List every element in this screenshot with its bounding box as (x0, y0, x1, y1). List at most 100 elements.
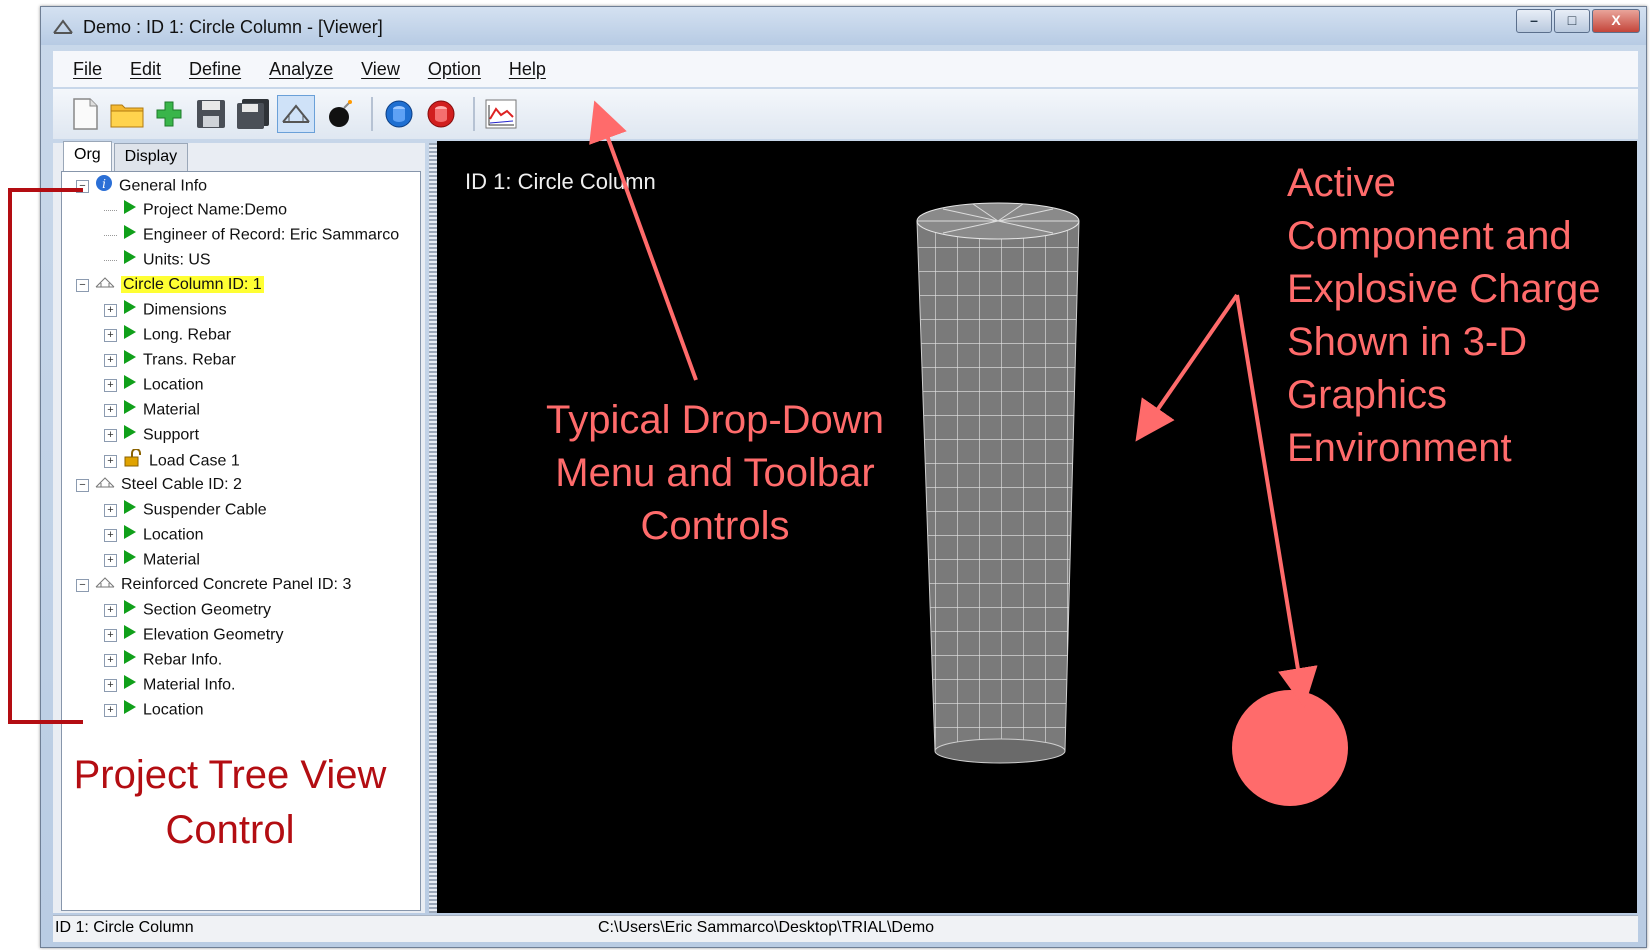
save-all-icon[interactable] (235, 96, 271, 132)
expand-icon[interactable]: + (104, 304, 117, 317)
play-icon (123, 549, 137, 572)
tree-item[interactable]: Engineer of Record: Eric Sammarco (104, 224, 399, 246)
maximize-button[interactable]: □ (1554, 9, 1590, 33)
tree-node-label: Rebar Info. (143, 651, 223, 669)
tree-item[interactable]: + Rebar Info. (104, 649, 222, 671)
red-cylinder-icon[interactable] (423, 96, 459, 132)
tree-node-label: Long. Rebar (143, 326, 232, 344)
menu-help[interactable]: Help (509, 59, 546, 80)
tree-item[interactable]: + Location (104, 524, 204, 546)
tree-item[interactable]: + Section Geometry (104, 599, 271, 621)
toolbar (53, 89, 1638, 139)
tree-item[interactable]: + Long. Rebar (104, 324, 231, 346)
bridge-component-icon[interactable] (277, 95, 315, 133)
tree-item[interactable]: + Suspender Cable (104, 499, 267, 521)
tree-group-node[interactable]: − Circle Column ID: 1 (76, 274, 264, 296)
expand-icon[interactable]: + (104, 604, 117, 617)
expand-icon[interactable]: + (104, 654, 117, 667)
play-icon (123, 299, 137, 322)
tree-item[interactable]: + Dimensions (104, 299, 227, 321)
expand-icon[interactable]: + (104, 679, 117, 692)
panel-splitter[interactable] (429, 143, 437, 913)
minimize-button[interactable]: – (1516, 9, 1552, 33)
tree-group-node[interactable]: − Steel Cable ID: 2 (76, 474, 242, 496)
circle-column-3d-model[interactable] (913, 199, 1088, 774)
open-folder-icon[interactable] (109, 96, 145, 132)
tree-node-label: Location (143, 701, 204, 719)
expand-icon[interactable]: + (104, 354, 117, 367)
collapse-icon[interactable]: − (76, 478, 89, 492)
tree-node-label: Elevation Geometry (143, 626, 284, 644)
expand-icon[interactable]: + (104, 704, 117, 717)
play-icon (123, 524, 137, 547)
lock-icon (123, 448, 143, 474)
collapse-icon[interactable]: − (76, 578, 89, 592)
save-icon[interactable] (193, 96, 229, 132)
bridge-icon (95, 474, 115, 496)
tree-item[interactable]: + Elevation Geometry (104, 624, 284, 646)
play-icon (123, 349, 137, 372)
add-plus-icon[interactable] (151, 96, 187, 132)
tree-item[interactable]: Units: US (104, 249, 211, 271)
tree-annotation: Project Tree View Control (73, 753, 387, 852)
expand-icon[interactable]: + (104, 529, 117, 542)
expand-icon[interactable]: + (104, 554, 117, 567)
tree-group-node[interactable]: − Reinforced Concrete Panel ID: 3 (76, 574, 351, 596)
expand-icon[interactable]: + (104, 455, 117, 468)
tree-item[interactable]: + Location (104, 699, 204, 721)
tree-node-label: Suspender Cable (143, 501, 267, 519)
play-icon (123, 674, 137, 697)
menu-define[interactable]: Define (189, 59, 241, 80)
tab-display[interactable]: Display (113, 143, 189, 171)
app-icon (53, 19, 73, 34)
tree-item[interactable]: Project Name:Demo (104, 199, 287, 221)
svg-text:i: i (102, 177, 106, 191)
chart-icon[interactable] (483, 96, 519, 132)
play-icon (123, 399, 137, 422)
collapse-icon[interactable]: − (76, 278, 89, 292)
collapse-icon[interactable]: − (76, 180, 89, 193)
tree-node-label: Engineer of Record: Eric Sammarco (143, 226, 400, 244)
status-left: ID 1: Circle Column (55, 919, 194, 936)
tree-item[interactable]: + Support (104, 424, 199, 446)
info-icon: i (95, 174, 113, 199)
status-bar: ID 1: Circle Column C:\Users\Eric Sammar… (53, 915, 1638, 942)
expand-icon[interactable]: + (104, 329, 117, 342)
tree-item[interactable]: + Material Info. (104, 674, 235, 696)
tree-node-label: Location (143, 376, 204, 394)
menu-option[interactable]: Option (428, 59, 481, 80)
tab-org[interactable]: Org (63, 141, 112, 174)
tree-item[interactable]: + Trans. Rebar (104, 349, 236, 371)
menu-analyze[interactable]: Analyze (269, 59, 333, 80)
menu-view[interactable]: View (361, 59, 400, 80)
tree-item[interactable]: + Load Case 1 (104, 448, 240, 474)
blue-cylinder-icon[interactable] (381, 96, 417, 132)
close-button[interactable]: X (1592, 9, 1640, 33)
new-file-icon[interactable] (67, 96, 103, 132)
expand-icon[interactable]: + (104, 404, 117, 417)
menu-edit[interactable]: Edit (130, 59, 161, 80)
window-title: Demo : ID 1: Circle Column - [Viewer] (83, 17, 383, 37)
tree-item[interactable]: + Location (104, 374, 204, 396)
tree-node-label: Material (143, 551, 200, 569)
play-icon (123, 424, 137, 447)
tree-node-label: General Info (119, 177, 208, 195)
expand-icon[interactable]: + (104, 629, 117, 642)
expand-icon[interactable]: + (104, 504, 117, 517)
bridge-icon (95, 574, 115, 596)
tree-item[interactable]: + Material (104, 399, 200, 421)
tree-node-label: Material Info. (143, 676, 236, 694)
bomb-icon[interactable] (321, 96, 357, 132)
explosive-charge[interactable] (1230, 688, 1352, 810)
expand-icon[interactable]: + (104, 379, 117, 392)
menu-file[interactable]: File (73, 59, 102, 80)
play-icon (123, 324, 137, 347)
play-icon (123, 224, 137, 247)
tree-group-node[interactable]: − i General Info (76, 174, 207, 196)
tree-item[interactable]: + Material (104, 549, 200, 571)
tree-node-label: Support (143, 426, 200, 444)
play-icon (123, 249, 137, 272)
play-icon (123, 649, 137, 672)
expand-icon[interactable]: + (104, 429, 117, 442)
title-bar[interactable]: Demo : ID 1: Circle Column - [Viewer] – … (41, 7, 1646, 45)
